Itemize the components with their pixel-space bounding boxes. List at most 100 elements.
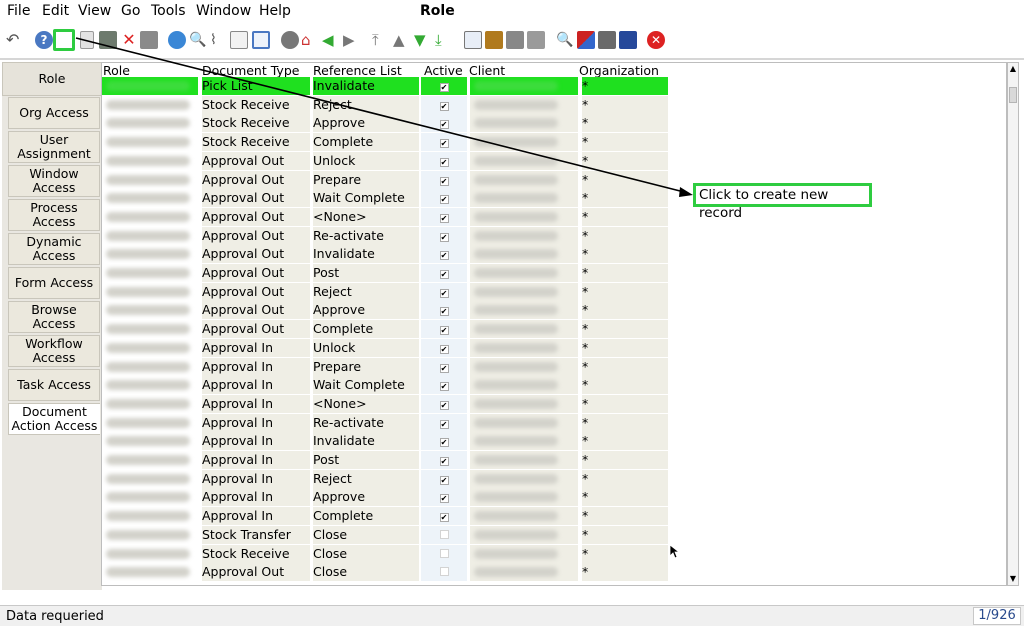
table-row[interactable]: Stock Receive Approve ✔ *	[102, 114, 670, 133]
tab-dynamic-access[interactable]: Dynamic Access	[8, 233, 100, 265]
tab-window-access[interactable]: Window Access	[8, 165, 100, 197]
cell-client[interactable]	[470, 170, 578, 189]
cell-reference-list[interactable]: Prepare	[313, 170, 419, 189]
cell-document-type[interactable]: Approval Out	[202, 282, 310, 301]
cell-reference-list[interactable]: Close	[313, 525, 419, 544]
cell-role[interactable]	[102, 301, 198, 320]
cell-organization[interactable]: *	[582, 189, 668, 208]
cell-document-type[interactable]: Approval In	[202, 376, 310, 395]
cell-reference-list[interactable]: Unlock	[313, 338, 419, 357]
cell-active[interactable]: ✔	[421, 469, 467, 488]
cell-role[interactable]	[102, 133, 198, 152]
cell-role[interactable]	[102, 525, 198, 544]
cell-document-type[interactable]: Stock Receive	[202, 114, 310, 133]
cell-active[interactable]: ✔	[421, 264, 467, 282]
active-checkbox[interactable]: ✔	[439, 307, 449, 317]
table-row[interactable]: Approval In Prepare ✔ *	[102, 357, 670, 376]
table-row[interactable]: Approval In Unlock ✔ *	[102, 338, 670, 357]
cell-organization[interactable]: *	[582, 563, 668, 582]
active-checkbox[interactable]: ✔	[439, 270, 449, 279]
cell-active[interactable]: ✔	[421, 226, 467, 245]
cell-active[interactable]: ✔	[421, 320, 467, 339]
cell-active[interactable]: ✔	[421, 133, 467, 152]
cell-active[interactable]: ✔	[421, 394, 467, 413]
cell-reference-list[interactable]: Complete	[313, 507, 419, 526]
header-reference-list[interactable]: Reference List	[313, 63, 402, 78]
cell-reference-list[interactable]: Unlock	[313, 151, 419, 170]
table-row[interactable]: Approval Out Complete ✔ *	[102, 320, 670, 339]
table-row[interactable]: Approval In Complete ✔ *	[102, 507, 670, 526]
cell-reference-list[interactable]: Wait Complete	[313, 189, 419, 208]
cell-role[interactable]	[102, 563, 198, 582]
cell-organization[interactable]: *	[582, 114, 668, 133]
active-checkbox[interactable]: ✔	[439, 157, 449, 167]
cell-organization[interactable]: *	[582, 376, 668, 395]
table-row[interactable]: Stock Receive Close *	[102, 544, 670, 563]
cell-document-type[interactable]: Approval In	[202, 488, 310, 507]
cell-reference-list[interactable]: Complete	[313, 320, 419, 339]
cell-role[interactable]	[102, 469, 198, 488]
header-role[interactable]: Role	[103, 63, 130, 78]
cell-organization[interactable]: *	[582, 451, 668, 469]
cell-organization[interactable]: *	[582, 507, 668, 526]
active-checkbox[interactable]	[439, 567, 449, 577]
cell-document-type[interactable]: Stock Transfer	[202, 525, 310, 544]
cell-client[interactable]	[470, 338, 578, 357]
cell-reference-list[interactable]: Invalidate	[313, 77, 419, 95]
attachment-icon[interactable]: ⌇	[210, 31, 228, 49]
menu-help[interactable]: Help	[259, 3, 291, 19]
cell-reference-list[interactable]: Complete	[313, 133, 419, 152]
cell-document-type[interactable]: Approval In	[202, 507, 310, 526]
close-window-icon[interactable]: ✕	[647, 31, 665, 49]
cell-organization[interactable]: *	[582, 301, 668, 320]
table-row[interactable]: Approval In Post ✔ *	[102, 451, 670, 469]
active-checkbox[interactable]: ✔	[439, 101, 449, 111]
home-icon[interactable]: ⌂	[301, 31, 319, 49]
cell-organization[interactable]: *	[582, 264, 668, 282]
cell-organization[interactable]: *	[582, 226, 668, 245]
cell-role[interactable]	[102, 432, 198, 451]
cell-reference-list[interactable]: Post	[313, 451, 419, 469]
menu-edit[interactable]: Edit	[42, 3, 69, 19]
cell-active[interactable]: ✔	[421, 189, 467, 208]
grid-toggle-icon[interactable]	[252, 31, 270, 49]
cell-active[interactable]: ✔	[421, 114, 467, 133]
cell-role[interactable]	[102, 114, 198, 133]
table-row[interactable]: Pick List Invalidate ✔ *	[102, 77, 670, 95]
active-checkbox[interactable]: ✔	[439, 400, 449, 410]
menu-view[interactable]: View	[78, 3, 111, 19]
cell-organization[interactable]: *	[582, 133, 668, 152]
cell-reference-list[interactable]: Prepare	[313, 357, 419, 376]
cell-document-type[interactable]: Approval In	[202, 469, 310, 488]
related-icon[interactable]	[577, 31, 595, 49]
report-icon[interactable]	[464, 31, 482, 49]
cell-role[interactable]	[102, 451, 198, 469]
active-checkbox[interactable]: ✔	[439, 120, 449, 130]
active-checkbox[interactable]: ✔	[439, 195, 449, 205]
active-checkbox[interactable]: ✔	[439, 382, 449, 392]
table-row[interactable]: Approval Out Prepare ✔ *	[102, 170, 670, 189]
cell-client[interactable]	[470, 226, 578, 245]
active-checkbox[interactable]: ✔	[439, 213, 449, 223]
table-row[interactable]: Stock Receive Complete ✔ *	[102, 133, 670, 152]
cell-active[interactable]	[421, 525, 467, 544]
cell-client[interactable]	[470, 525, 578, 544]
cell-active[interactable]	[421, 544, 467, 563]
cell-client[interactable]	[470, 432, 578, 451]
cell-role[interactable]	[102, 189, 198, 208]
table-row[interactable]: Approval In Re-activate ✔ *	[102, 413, 670, 432]
cell-client[interactable]	[470, 544, 578, 563]
cell-organization[interactable]: *	[582, 413, 668, 432]
cell-reference-list[interactable]: <None>	[313, 207, 419, 226]
table-row[interactable]: Approval In Approve ✔ *	[102, 488, 670, 507]
active-checkbox[interactable]: ✔	[439, 83, 449, 92]
cell-active[interactable]: ✔	[421, 488, 467, 507]
cell-organization[interactable]: *	[582, 77, 668, 95]
help-icon[interactable]: ?	[35, 31, 53, 49]
cell-reference-list[interactable]: Wait Complete	[313, 376, 419, 395]
cell-client[interactable]	[470, 507, 578, 526]
tab-document-action-access[interactable]: Document Action Access	[8, 403, 100, 435]
cell-active[interactable]: ✔	[421, 413, 467, 432]
back-icon[interactable]: ◀	[322, 31, 340, 49]
record-count[interactable]: 1/926	[973, 607, 1021, 625]
